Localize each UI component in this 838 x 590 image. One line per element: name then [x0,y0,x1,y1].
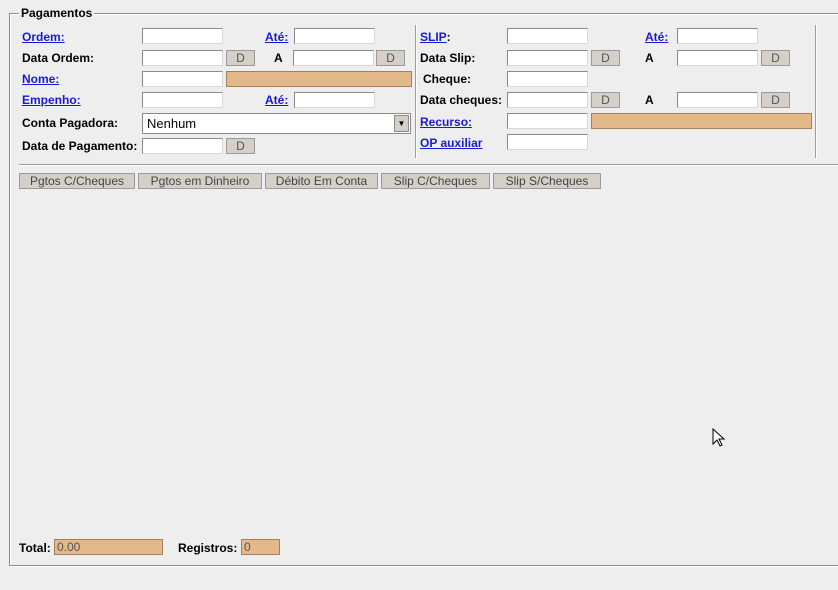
nome-input[interactable] [142,71,223,87]
data-cheques-to-input[interactable] [677,92,758,108]
ordem-link[interactable]: Ordem: [22,30,65,44]
tab-debito-conta[interactable]: Débito Em Conta [265,173,378,189]
data-ordem-a-label: A [274,51,283,65]
slip-link[interactable]: SLIP [420,30,447,44]
nome-display-field [226,71,412,87]
dropdown-arrow-icon[interactable]: ▼ [394,115,409,132]
conta-pagadora-select[interactable]: Nenhum ▼ [142,113,411,134]
data-cheques-to-date-button[interactable]: D [761,92,790,108]
total-label: Total: [19,541,51,555]
pagamentos-legend: Pagamentos [19,6,95,20]
cheque-input[interactable] [507,71,588,87]
empenho-link[interactable]: Empenho: [22,93,81,107]
right-edge-divider [815,25,817,158]
data-ordem-from-date-button[interactable]: D [226,50,255,66]
ordem-ate-link[interactable]: Até: [265,30,288,44]
data-slip-to-date-button[interactable]: D [761,50,790,66]
slip-ate-input[interactable] [677,28,758,44]
recurso-input[interactable] [507,113,588,129]
data-cheques-from-input[interactable] [507,92,588,108]
empenho-ate-input[interactable] [294,92,375,108]
op-auxiliar-link[interactable]: OP auxiliar [420,136,482,150]
data-ordem-to-input[interactable] [293,50,374,66]
column-divider [415,25,417,158]
filter-section-divider [19,164,838,166]
registros-label: Registros: [178,541,238,555]
mouse-pointer-icon [712,428,726,447]
empenho-input[interactable] [142,92,223,108]
nome-link[interactable]: Nome: [22,72,59,86]
data-cheques-a-label: A [645,93,654,107]
data-cheques-from-date-button[interactable]: D [591,92,620,108]
data-ordem-from-input[interactable] [142,50,223,66]
recurso-link[interactable]: Recurso: [420,115,472,129]
tab-slip-sem-cheques[interactable]: Slip S/Cheques [493,173,601,189]
slip-label-group: SLIP: [420,30,451,44]
slip-ate-link[interactable]: Até: [645,30,668,44]
data-slip-from-input[interactable] [507,50,588,66]
data-slip-label: Data Slip: [420,51,476,65]
total-value: 0.00 [54,539,163,555]
op-auxiliar-input[interactable] [507,134,588,150]
data-slip-from-date-button[interactable]: D [591,50,620,66]
data-ordem-label: Data Ordem: [22,51,95,65]
data-ordem-to-date-button[interactable]: D [376,50,405,66]
conta-pagadora-value: Nenhum [147,116,197,131]
data-pagamento-label: Data de Pagamento: [22,139,138,153]
tab-pgtos-dinheiro[interactable]: Pgtos em Dinheiro [138,173,262,189]
slip-input[interactable] [507,28,588,44]
data-slip-to-input[interactable] [677,50,758,66]
ordem-input[interactable] [142,28,223,44]
slip-colon: : [446,30,451,44]
conta-pagadora-label: Conta Pagadora: [22,116,119,130]
data-cheques-label: Data cheques: [420,93,503,107]
ordem-ate-input[interactable] [294,28,375,44]
data-slip-a-label: A [645,51,654,65]
tab-slip-cheques[interactable]: Slip C/Cheques [381,173,490,189]
empenho-ate-link[interactable]: Até: [265,93,288,107]
registros-value: 0 [241,539,280,555]
cheque-label: Cheque: [423,72,471,86]
recurso-display-field [591,113,812,129]
data-pagamento-date-button[interactable]: D [226,138,255,154]
tab-pgtos-cheques[interactable]: Pgtos C/Cheques [19,173,135,189]
data-pagamento-input[interactable] [142,138,223,154]
